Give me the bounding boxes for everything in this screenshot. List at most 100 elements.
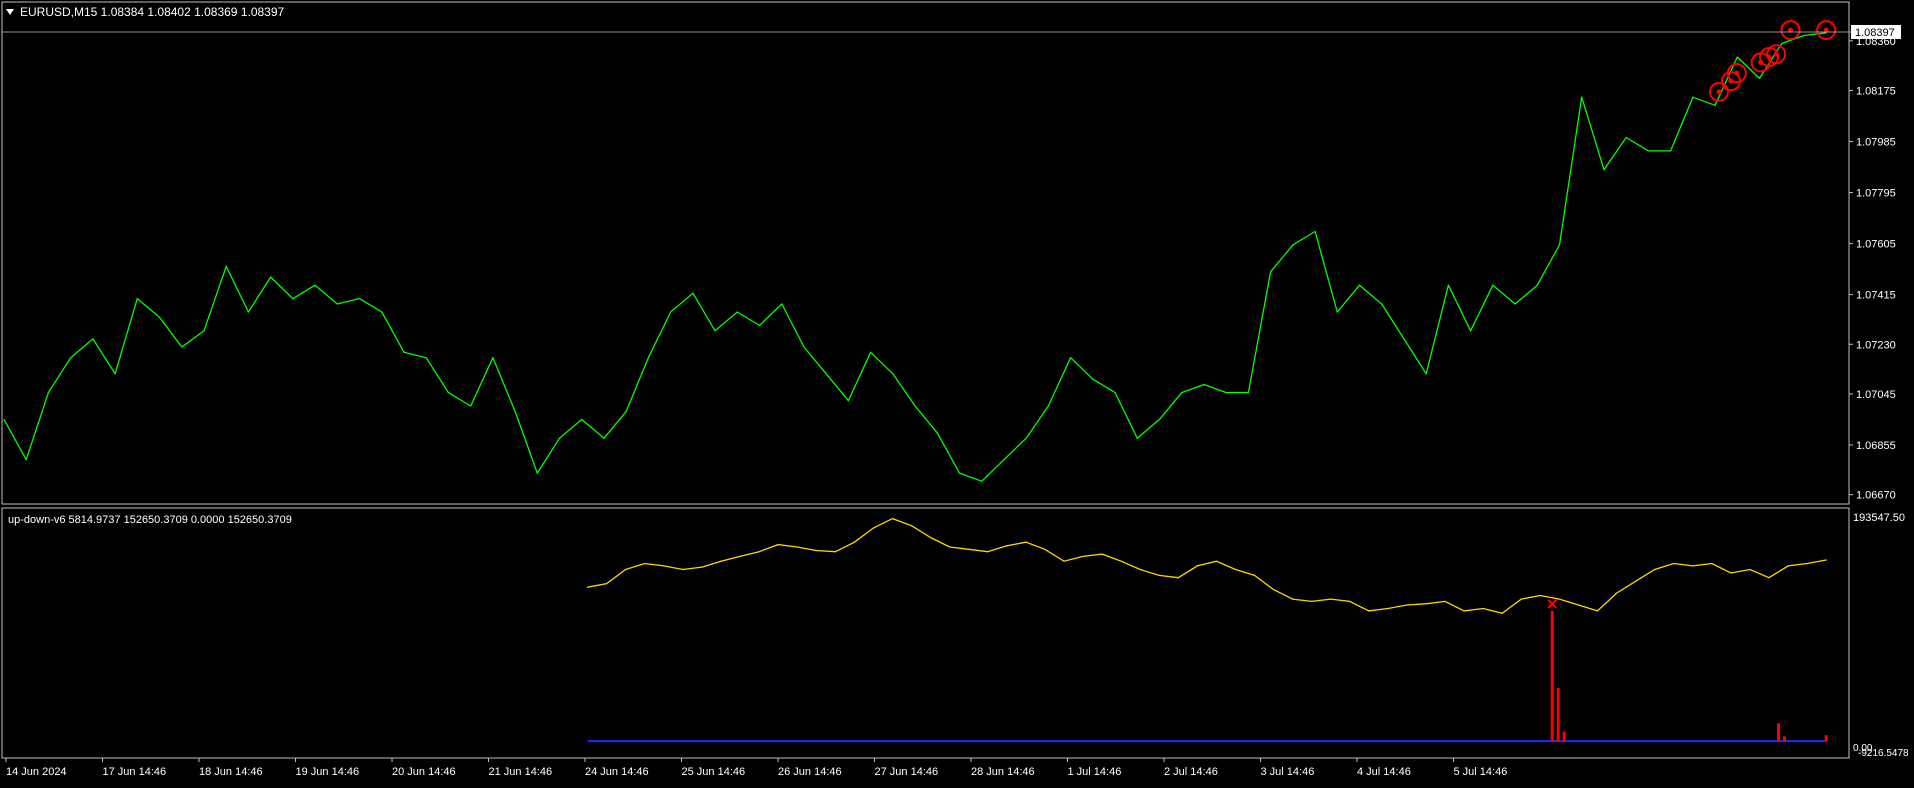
price-point xyxy=(1381,303,1383,305)
time-tick-label: 26 Jun 14:46 xyxy=(778,766,842,778)
chart-svg: EURUSD,M15 1.08384 1.08402 1.08369 1.083… xyxy=(1,1,1909,778)
indicator-point xyxy=(1577,604,1580,606)
time-tick-label: 21 Jun 14:46 xyxy=(489,766,553,778)
indicator-point xyxy=(1806,562,1808,565)
indicator-point xyxy=(1349,600,1351,603)
price-point xyxy=(1647,150,1650,152)
price-point xyxy=(114,373,116,375)
indicator-point xyxy=(720,560,722,562)
indicator-point xyxy=(1368,610,1370,612)
indicator-line xyxy=(587,517,1827,615)
indicator-point xyxy=(1711,562,1713,565)
time-tick-label: 20 Jun 14:46 xyxy=(392,766,456,778)
price-tick-label: 1.07045 xyxy=(1856,389,1896,401)
indicator-point xyxy=(1615,592,1618,594)
time-tick-label: 18 Jun 14:46 xyxy=(199,766,263,778)
price-point xyxy=(1714,104,1716,106)
price-point xyxy=(603,437,605,439)
price-series-group xyxy=(3,32,1827,482)
price-point xyxy=(1181,391,1183,394)
signal-marker-dot xyxy=(1773,51,1779,57)
price-point xyxy=(1336,311,1338,313)
indicator-point xyxy=(1120,560,1122,562)
price-point xyxy=(781,303,783,305)
indicator-point xyxy=(1311,600,1313,603)
indicator-point xyxy=(1406,604,1408,606)
price-point xyxy=(825,373,827,375)
time-tick-label: 1 Jul 14:46 xyxy=(1068,766,1122,778)
indicator-point xyxy=(1730,572,1732,574)
price-point xyxy=(1070,357,1072,359)
price-point xyxy=(1736,56,1738,58)
indicator-point xyxy=(796,546,798,548)
indicator-point xyxy=(701,566,703,568)
indicator-point xyxy=(1387,607,1389,610)
time-tick-label: 24 Jun 14:46 xyxy=(585,766,649,778)
price-line xyxy=(3,32,1827,482)
price-point xyxy=(625,410,627,412)
price-point xyxy=(1025,437,1027,439)
indicator-top-label: 193547.50 xyxy=(1853,512,1905,524)
indicator-point xyxy=(1082,555,1084,558)
price-point xyxy=(714,330,716,332)
price-point xyxy=(270,276,272,278)
indicator-point xyxy=(1292,598,1294,600)
indicator-point xyxy=(1463,610,1465,612)
indicator-point xyxy=(949,546,951,548)
indicator-header: up-down-v6 5814.9737 152650.3709 0.0000 … xyxy=(8,514,292,526)
price-tick-label: 1.07605 xyxy=(1856,239,1896,251)
price-point xyxy=(1403,338,1405,340)
current-price-label: 1.08397 xyxy=(1855,27,1895,39)
indicator-point xyxy=(739,555,741,558)
price-point xyxy=(158,316,161,319)
price-point xyxy=(1758,77,1761,80)
indicator-point xyxy=(1768,577,1770,579)
price-point xyxy=(381,311,383,313)
price-point xyxy=(1047,405,1050,407)
indicator-point xyxy=(929,536,932,539)
price-point xyxy=(692,292,694,294)
indicator-point xyxy=(1635,580,1637,582)
price-axis-group: 1.083601.081751.079851.077951.076051.074… xyxy=(1849,36,1896,502)
indicator-point xyxy=(1482,607,1484,610)
price-tick-label: 1.07985 xyxy=(1856,137,1896,149)
price-point xyxy=(1114,391,1116,394)
price-point xyxy=(1581,96,1583,98)
price-point xyxy=(1603,169,1605,171)
price-point xyxy=(1203,383,1205,386)
indicator-point xyxy=(1253,574,1256,576)
price-point xyxy=(514,410,516,412)
price-point xyxy=(403,351,405,353)
price-point xyxy=(914,405,916,407)
indicator-point xyxy=(1692,565,1694,567)
indicator-point xyxy=(987,551,989,553)
price-point xyxy=(558,437,561,439)
price-point xyxy=(1514,303,1516,305)
price-point xyxy=(1492,284,1494,286)
price-point xyxy=(470,405,472,407)
time-tick-label: 19 Jun 14:46 xyxy=(296,766,360,778)
indicator-point xyxy=(663,565,665,567)
indicator-point xyxy=(1063,560,1065,562)
price-point xyxy=(1270,271,1272,273)
price-tick-label: 1.07230 xyxy=(1856,339,1896,351)
time-tick-label: 27 Jun 14:46 xyxy=(875,766,939,778)
indicator-point xyxy=(1520,598,1522,600)
price-point xyxy=(314,284,316,286)
indicator-point xyxy=(1044,548,1046,550)
triangle-down-icon[interactable] xyxy=(6,9,14,15)
indicator-point xyxy=(1673,562,1675,565)
indicator-point xyxy=(606,583,608,585)
indicator-point xyxy=(1596,610,1599,612)
price-point xyxy=(581,418,583,421)
price-point xyxy=(1470,330,1472,332)
indicator-point xyxy=(872,527,875,529)
price-point xyxy=(70,357,72,359)
time-tick-label: 2 Jul 14:46 xyxy=(1164,766,1218,778)
indicator-point xyxy=(1425,603,1427,605)
indicator-point xyxy=(1101,553,1103,555)
indicator-point xyxy=(1444,600,1446,603)
time-tick-label: 17 Jun 14:46 xyxy=(103,766,167,778)
price-point xyxy=(892,373,894,375)
indicator-point xyxy=(910,525,913,527)
